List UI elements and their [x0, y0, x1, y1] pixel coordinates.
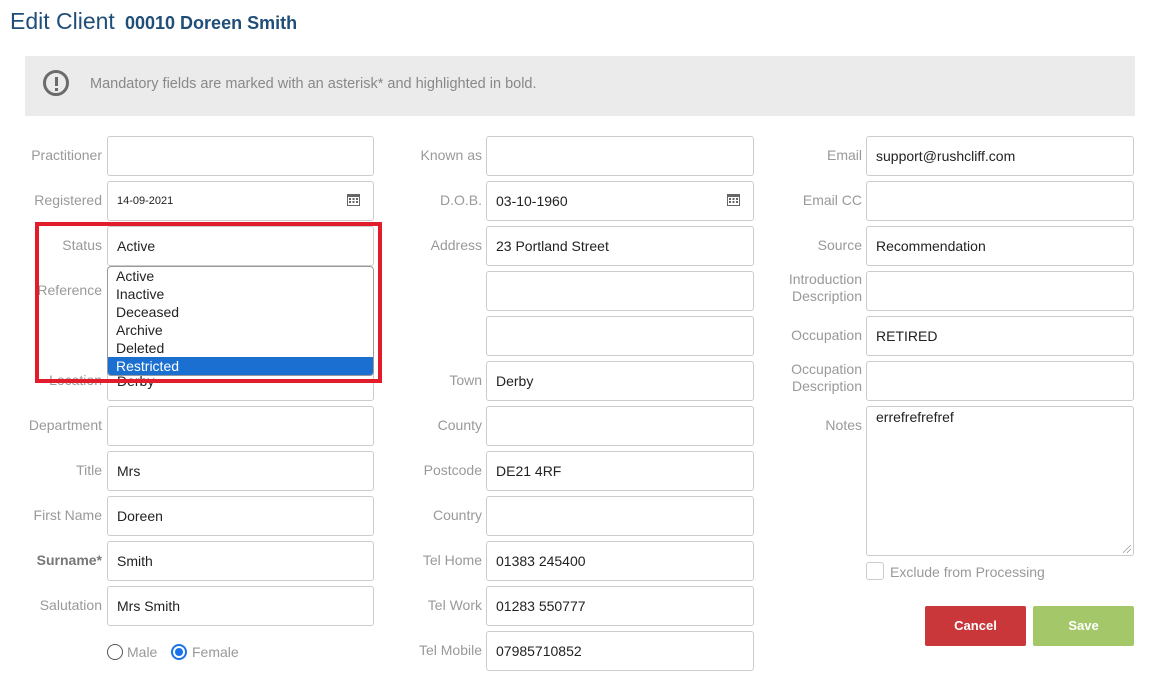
- known-as-label: Known as: [420, 147, 482, 163]
- intro-desc-label: Introduction Description: [760, 271, 862, 305]
- practitioner-field[interactable]: [107, 136, 374, 176]
- salutation-field[interactable]: Mrs Smith: [107, 586, 374, 626]
- occupation-label: Occupation: [791, 327, 862, 343]
- gender-male-label: Male: [127, 644, 158, 660]
- tel-home-label: Tel Home: [422, 552, 482, 568]
- tel-mobile-label: Tel Mobile: [418, 642, 482, 658]
- title-label: Title: [76, 462, 102, 478]
- exclude-processing-checkbox[interactable]: [866, 562, 884, 580]
- highlight-frame: [35, 222, 382, 383]
- known-as-field[interactable]: [486, 136, 754, 176]
- county-label: County: [437, 417, 482, 433]
- address-line2-field[interactable]: [486, 271, 754, 311]
- salutation-label: Salutation: [39, 597, 102, 613]
- gender-female-radio[interactable]: [171, 644, 187, 660]
- tel-home-field[interactable]: 01383 245400: [486, 541, 754, 581]
- address-line1-field[interactable]: 23 Portland Street: [486, 226, 754, 266]
- tel-work-field[interactable]: 01283 550777: [486, 586, 754, 626]
- occupation-field[interactable]: RETIRED: [866, 316, 1134, 356]
- intro-desc-label-line1: Introduction: [788, 271, 862, 287]
- registered-date-field[interactable]: 14-09-2021: [107, 181, 374, 221]
- page-title: Edit Client: [10, 8, 115, 34]
- client-name-heading: 00010 Doreen Smith: [125, 13, 298, 33]
- surname-label: Surname*: [36, 552, 102, 568]
- department-label: Department: [28, 417, 102, 433]
- save-button[interactable]: Save: [1033, 606, 1134, 646]
- occupation-desc-label-line1: Occupation: [791, 361, 862, 377]
- exclude-processing-label: Exclude from Processing: [890, 564, 1045, 580]
- notes-label: Notes: [825, 417, 862, 433]
- address-label: Address: [430, 237, 482, 253]
- resize-grip-icon[interactable]: [1123, 545, 1131, 553]
- practitioner-label: Practitioner: [31, 147, 102, 163]
- county-field[interactable]: [486, 406, 754, 446]
- first-name-field[interactable]: Doreen: [107, 496, 374, 536]
- calendar-icon[interactable]: [727, 193, 740, 209]
- cancel-button[interactable]: Cancel: [925, 606, 1026, 646]
- occupation-desc-label-line2: Description: [791, 378, 862, 394]
- email-cc-label: Email CC: [802, 192, 862, 208]
- email-label: Email: [826, 147, 862, 163]
- source-label: Source: [817, 237, 862, 253]
- banner-text: Mandatory fields are marked with an aste…: [90, 76, 537, 92]
- intro-desc-field[interactable]: [866, 271, 1134, 311]
- intro-desc-label-line2: Description: [791, 288, 862, 304]
- department-field[interactable]: [107, 406, 374, 446]
- email-field[interactable]: support@rushcliff.com: [866, 136, 1134, 176]
- email-cc-field[interactable]: [866, 181, 1134, 221]
- calendar-icon[interactable]: [347, 193, 360, 209]
- tel-work-label: Tel Work: [427, 597, 482, 613]
- address-line3-field[interactable]: [486, 316, 754, 356]
- occupation-desc-label: Occupation Description: [760, 361, 862, 395]
- notes-text: errefrefrefref: [876, 409, 954, 425]
- country-label: Country: [432, 507, 482, 523]
- town-label: Town: [449, 372, 482, 388]
- surname-field[interactable]: Smith: [107, 541, 374, 581]
- occupation-desc-field[interactable]: [866, 361, 1134, 401]
- exclamation-circle-icon: [43, 70, 69, 96]
- dob-field[interactable]: 03-10-1960: [486, 181, 754, 221]
- source-field[interactable]: Recommendation: [866, 226, 1134, 266]
- notes-textarea[interactable]: errefrefrefref: [866, 406, 1134, 556]
- dob-label: D.O.B.: [439, 192, 482, 208]
- gender-male-radio[interactable]: [107, 644, 123, 660]
- first-name-label: First Name: [33, 507, 102, 523]
- postcode-field[interactable]: DE21 4RF: [486, 451, 754, 491]
- title-field[interactable]: Mrs: [107, 451, 374, 491]
- registered-label: Registered: [34, 192, 102, 208]
- town-field[interactable]: Derby: [486, 361, 754, 401]
- country-field[interactable]: [486, 496, 754, 536]
- gender-female-label: Female: [192, 644, 239, 660]
- postcode-label: Postcode: [423, 462, 482, 478]
- tel-mobile-field[interactable]: 07985710852: [486, 631, 754, 671]
